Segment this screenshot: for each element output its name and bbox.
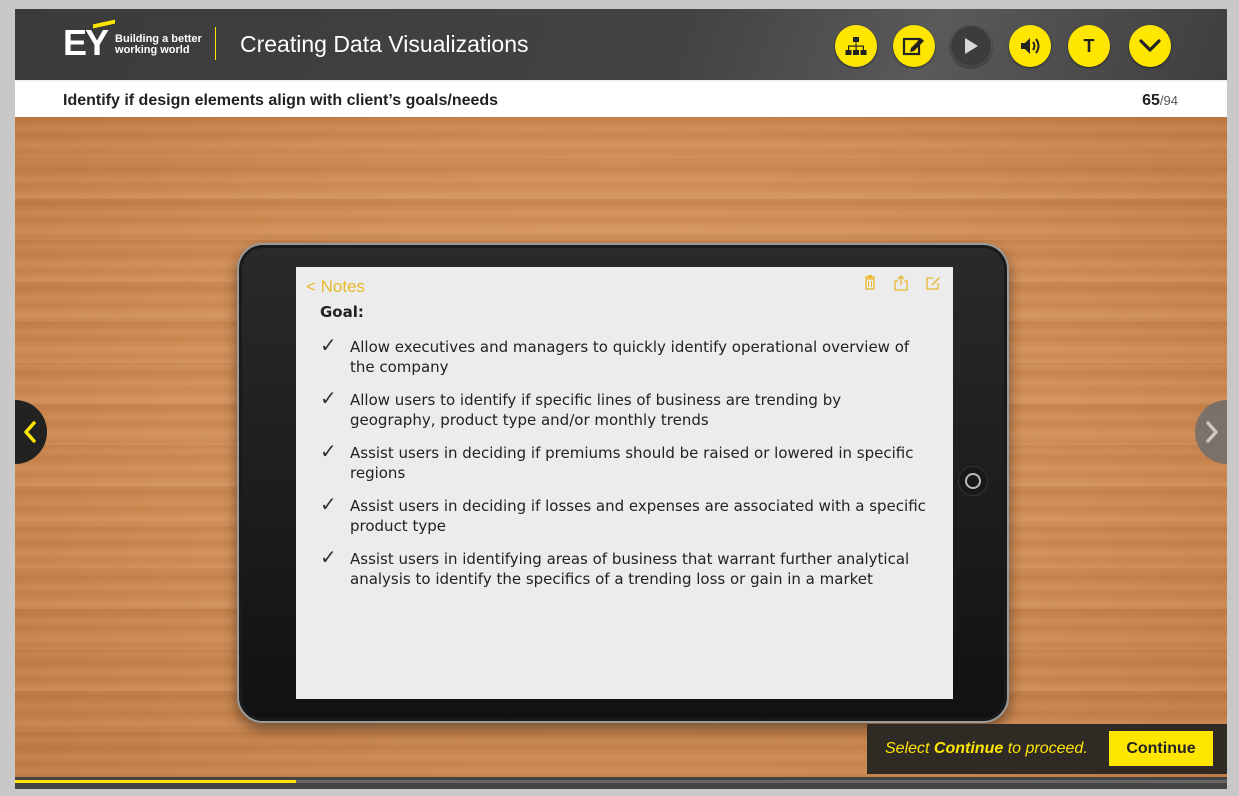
goal-item: ✓ Allow executives and managers to quickl… [320,333,930,377]
header-bar: EY Building a better working world Creat… [15,9,1227,80]
prompt-emphasis: Continue [933,740,1004,757]
more-button[interactable] [1129,25,1171,67]
slide-header: Identify if design elements align with c… [15,80,1227,118]
home-ring-icon [965,473,981,489]
note-content: Goal: ✓ Allow executives and managers to … [320,303,930,602]
course-player: EY Building a better working world Creat… [15,9,1227,789]
goal-text: Allow users to identify if specific line… [350,391,842,429]
toolbar: T [835,25,1171,67]
goal-item: ✓ Allow users to identify if specific lin… [320,386,930,430]
text-icon: T [1083,35,1095,56]
tagline-line2: working world [115,44,190,56]
goal-text: Assist users in deciding if losses and e… [350,497,926,535]
transcript-button[interactable]: T [1068,25,1110,67]
volume-icon [1021,38,1040,54]
slide-stage: < Notes Goal: ✓ Allow executives and man… [15,117,1227,777]
slide-title: Identify if design elements align with c… [63,92,499,109]
chevron-right-icon [1206,421,1218,443]
goal-item: ✓ Assist users in identifying areas of bu… [320,545,930,589]
goal-list: ✓ Allow executives and managers to quickl… [320,333,930,589]
goal-text: Assist users in identifying areas of bus… [350,550,910,588]
compose-icon [926,277,940,290]
play-button[interactable] [950,25,992,67]
ey-tagline: Building a better working world [115,34,202,56]
page-current: 65 [1142,92,1160,109]
continue-prompt: Select Continue to proceed. [885,740,1088,758]
prompt-suffix: to proceed. [1003,740,1088,757]
trash-icon [865,275,875,290]
continue-panel: Select Continue to proceed. Continue [867,724,1227,774]
page-total: /94 [1159,93,1178,108]
tablet-device: < Notes Goal: ✓ Allow executives and man… [237,243,1009,723]
checkmark-icon: ✓ [320,439,337,463]
ey-logo-text: EY [63,22,109,63]
notes-back-link: < Notes [306,277,366,296]
ey-logo: EY [63,19,115,61]
progress-bar [15,777,1227,789]
volume-button[interactable] [1009,25,1051,67]
header-divider [215,27,216,60]
menu-button[interactable] [835,25,877,67]
goal-heading: Goal: [320,303,364,321]
tablet-home-button [958,466,988,496]
ey-brand: EY Building a better working world [63,19,202,61]
prompt-prefix: Select [885,740,934,757]
chevron-down-icon [1139,39,1161,52]
sitemap-icon [845,37,867,55]
notes-screen: < Notes Goal: ✓ Allow executives and man… [296,267,953,699]
page-counter: 65/94 [1142,92,1178,110]
notes-toolbar [864,275,941,291]
checkmark-icon: ✓ [320,333,337,357]
notes-button[interactable] [893,25,935,67]
checkmark-icon: ✓ [320,492,337,516]
goal-item: ✓ Assist users in deciding if premiums sh… [320,439,930,483]
share-icon [894,275,908,291]
course-title: Creating Data Visualizations [240,31,529,57]
goal-text: Assist users in deciding if premiums sho… [350,444,914,482]
goal-text: Allow executives and managers to quickly… [350,338,910,376]
goal-item: ✓ Assist users in deciding if losses and … [320,492,930,536]
notes-edit-icon [902,37,924,56]
next-slide-button[interactable] [1195,400,1227,464]
play-icon [965,38,978,54]
previous-slide-button[interactable] [15,400,47,464]
progress-fill [15,780,296,783]
checkmark-icon: ✓ [320,386,337,410]
checkmark-icon: ✓ [320,545,337,569]
continue-button[interactable]: Continue [1109,731,1213,766]
chevron-left-icon [24,421,36,443]
